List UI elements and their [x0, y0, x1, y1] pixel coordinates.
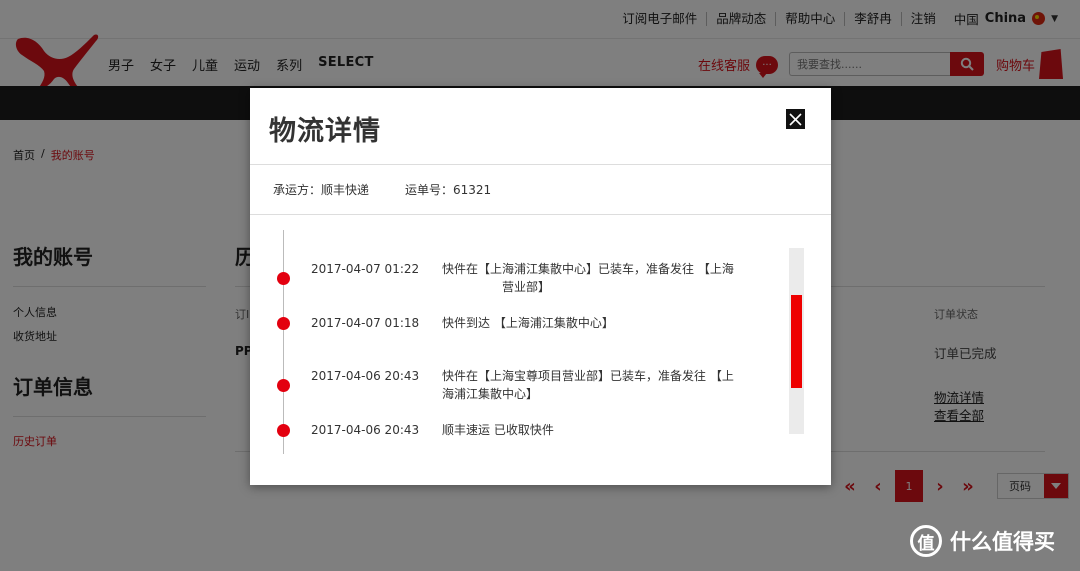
- event-line-2: 海浦江集散中心】: [442, 387, 539, 401]
- event-line-2: 营业部】: [502, 280, 551, 294]
- event-time: 2017-04-06 20:43: [311, 369, 420, 383]
- timeline-line: [283, 230, 284, 454]
- shipment-meta: 承运方：顺丰快递 运单号：61321: [250, 165, 831, 215]
- tracking-timeline: 2017-04-07 01:22 快件在【上海浦江集散中心】已装车，准备发往 【…: [250, 216, 831, 476]
- event-description: 快件在【上海宝尊项目营业部】已装车，准备发往 【上 海浦江集散中心】: [442, 367, 754, 403]
- watermark: 值 什么值得买: [910, 525, 1055, 557]
- event-line-1: 快件在【上海宝尊项目营业部】已装车，准备发往 【上: [442, 369, 734, 383]
- timeline-dot: [277, 272, 290, 285]
- timeline-dot: [277, 317, 290, 330]
- timeline-dot: [277, 379, 290, 392]
- timeline-dot: [277, 424, 290, 437]
- watermark-badge: 值: [910, 525, 942, 557]
- event-time: 2017-04-07 01:18: [311, 316, 420, 330]
- carrier-info: 承运方：顺丰快递: [273, 183, 370, 197]
- modal-title: 物流详情: [269, 116, 381, 147]
- close-button[interactable]: [786, 109, 805, 129]
- event-description: 快件到达 【上海浦江集散中心】: [442, 316, 614, 330]
- event-description: 快件在【上海浦江集散中心】已装车，准备发往 【上海 营业部】: [442, 260, 754, 296]
- logistics-modal: 物流详情 承运方：顺丰快递 运单号：61321 2017-04-07 01:22…: [250, 88, 831, 485]
- timeline-scrollbar[interactable]: [789, 248, 804, 434]
- tracking-number: 运单号：61321: [405, 183, 492, 197]
- scrollbar-thumb[interactable]: [791, 295, 802, 388]
- event-line-1: 快件在【上海浦江集散中心】已装车，准备发往 【上海: [442, 262, 734, 276]
- close-icon: [789, 112, 802, 126]
- event-time: 2017-04-07 01:22: [311, 262, 420, 276]
- modal-header: 物流详情: [250, 88, 831, 165]
- event-time: 2017-04-06 20:43: [311, 423, 420, 437]
- watermark-text: 什么值得买: [950, 530, 1055, 554]
- event-description: 顺丰速运 已收取快件: [442, 423, 554, 437]
